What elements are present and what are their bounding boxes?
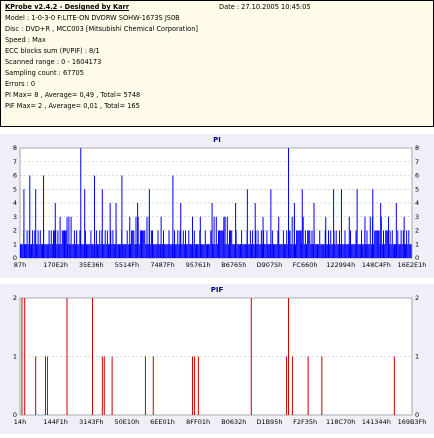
pi-y-tick-left: 3 (13, 213, 17, 221)
pi-y-tick-left: 4 (13, 199, 17, 207)
pif-x-tick: 6EE01h (150, 418, 175, 426)
pif-y-tick-left: 1 (13, 353, 17, 361)
info-errors: Errors : 0 (5, 80, 36, 88)
info-pif-stats: PIF Max= 2 , Average= 0,01 , Total= 165 (5, 102, 140, 110)
pi-y-tick-left: 6 (13, 172, 17, 180)
pi-chart-panel: PI 0 0 1 1 2 2 3 3 4 4 5 5 6 6 7 7 8 8 87h 170E2h 35E36h 5514… (0, 134, 434, 278)
pi-x-tick: 148C4Fh (362, 261, 391, 269)
pi-y-tick-right: 2 (415, 227, 419, 235)
pi-y-tick-left: 7 (13, 158, 17, 166)
pif-x-tick: 3143Fh (79, 418, 103, 426)
pif-chart: 0 01 12 214h 144F1h 3143Fh 50E10h 6EE01h 8FF01h B… (13, 294, 427, 426)
pif-x-tick: 50E10h (115, 418, 140, 426)
info-sampling: Sampling count : 67705 (5, 69, 84, 77)
pif-x-tick: 118C70h (326, 418, 355, 426)
pif-x-tick: 8FF01h (186, 418, 210, 426)
pif-x-tick: 14h (14, 418, 26, 426)
pi-chart-title: PI (213, 136, 221, 144)
info-ecc: ECC blocks sum (PI/PIF) : 8/1 (5, 47, 100, 55)
pi-x-tick: 122994h (326, 261, 355, 269)
pif-x-tick: 144F1h (43, 418, 67, 426)
pi-x-tick: 95761h (186, 261, 211, 269)
info-range: Scanned range : 0 - 1604173 (5, 58, 102, 66)
app-title: KProbe v2.4.2 - Designed by Karr (5, 3, 130, 11)
pi-y-tick-right: 8 (415, 144, 419, 152)
pi-x-tick: FC660h (293, 261, 318, 269)
pif-x-tick: B0632h (221, 418, 246, 426)
info-speed: Speed : Max (5, 36, 46, 44)
pif-chart-title: PIF (210, 286, 224, 294)
pi-y-tick-left: 1 (13, 240, 17, 248)
info-disc: Disc : DVD+R , MCC003 [Mitsubishi Chemic… (5, 25, 198, 33)
pif-y-tick-left: 2 (13, 294, 17, 302)
info-pi-stats: PI Max= 8 , Average= 0,49 , Total= 5748 (5, 91, 141, 99)
pi-x-tick: 87h (14, 261, 26, 269)
pi-y-tick-right: 5 (415, 185, 419, 193)
pif-x-tick: F2F35h (293, 418, 317, 426)
pif-x-tick: D1B95h (256, 418, 282, 426)
pif-y-tick-right: 1 (415, 353, 419, 361)
pi-x-tick: 170E2h (43, 261, 68, 269)
pif-y-tick-right: 2 (415, 294, 419, 302)
pif-x-tick: 169B3Fh (398, 418, 427, 426)
info-panel: KProbe v2.4.2 - Designed by Karr Date : … (0, 0, 434, 127)
pif-x-tick: 141344h (362, 418, 391, 426)
pi-y-tick-left: 8 (13, 144, 17, 152)
pi-y-tick-right: 6 (415, 172, 419, 180)
scan-date: Date : 27.10.2005 10:45:05 (219, 3, 311, 11)
pi-chart: 0 01 12 23 34 45 56 67 78 887h 170E2h 35E36h 5514Fh 7… (13, 144, 427, 269)
pi-y-tick-right: 4 (415, 199, 419, 207)
pi-x-tick: D907Sh (257, 261, 283, 269)
info-model: Model : 1-0-3-0 F:LITE-ON DVDRW SOHW-167… (5, 14, 180, 22)
pi-x-tick: 7487Fh (150, 261, 174, 269)
pif-chart-panel: PIF 0 0 1 1 2 2 14h 144F1h 3143Fh 50E10h 6EE01h 8FF… (0, 284, 434, 434)
pi-x-tick: B6765h (221, 261, 246, 269)
pi-x-tick: 5514Fh (115, 261, 139, 269)
pi-y-tick-right: 7 (415, 158, 419, 166)
pi-y-tick-right: 1 (415, 240, 419, 248)
pi-y-tick-left: 5 (13, 185, 17, 193)
pi-y-tick-right: 3 (415, 213, 419, 221)
pi-y-tick-left: 2 (13, 227, 17, 235)
pi-x-tick: 16E2E1h (398, 261, 427, 269)
pi-x-tick: 35E36h (79, 261, 104, 269)
